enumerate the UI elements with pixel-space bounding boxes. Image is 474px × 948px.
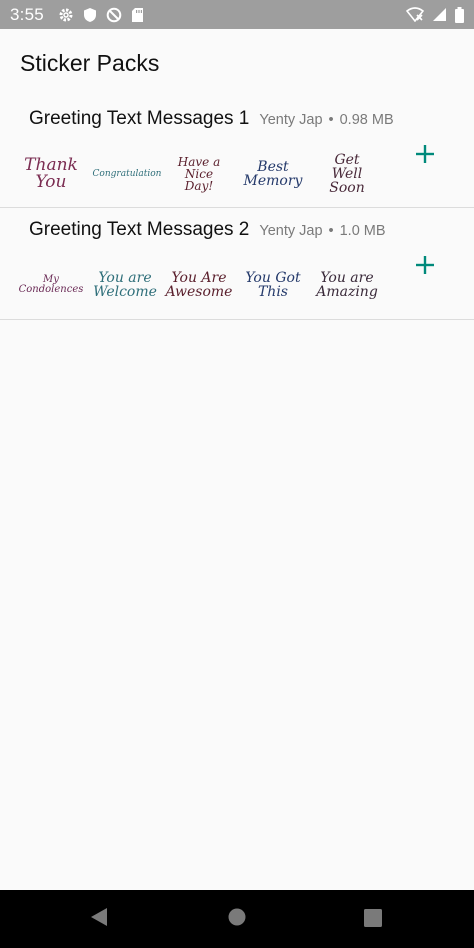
home-icon[interactable]: [227, 907, 247, 932]
sticker-preview: You are Amazing: [316, 270, 378, 300]
pack-meta: Yenty Jap • 1.0 MB: [259, 223, 385, 239]
recents-icon[interactable]: [364, 909, 382, 932]
sticker-preview: You Are Awesome: [165, 270, 233, 300]
sticker-preview: Get Well Soon: [329, 152, 365, 196]
sticker-preview: Best Memory: [243, 159, 303, 189]
pack-separator: •: [328, 112, 334, 128]
sticker-preview: Have a Nice Day!: [177, 155, 221, 193]
sd-card-icon: [131, 7, 144, 23]
add-pack-button[interactable]: [410, 250, 440, 280]
pack-header: Greeting Text Messages 2 Yenty Jap • 1.0 M…: [29, 219, 386, 241]
plus-icon: [416, 256, 434, 274]
sticker-previews: My Condolences You are Welcome You Are A…: [18, 260, 402, 310]
sticker-preview: My Condolences: [18, 274, 84, 295]
gear-icon: [58, 7, 74, 23]
navigation-bar: [0, 890, 474, 948]
do-not-disturb-icon: [106, 7, 122, 23]
sticker-preview: You Got This: [245, 270, 301, 300]
status-bar: 3:55: [0, 0, 474, 29]
sticker-preview: Congratulation: [92, 168, 162, 179]
pack-separator: •: [328, 223, 334, 239]
pack-name: Greeting Text Messages 2: [29, 219, 250, 240]
sticker-pack-row[interactable]: Greeting Text Messages 2 Yenty Jap • 1.0 M…: [0, 208, 474, 320]
plus-icon: [416, 145, 434, 163]
sticker-previews: Thank You Congratulation Have a Nice Day…: [22, 149, 402, 199]
sticker-preview: Thank You: [24, 155, 78, 192]
pack-size: 1.0 MB: [339, 223, 386, 239]
page-title: Sticker Packs: [20, 50, 160, 76]
signal-icon: [432, 7, 447, 22]
status-icons-left: [58, 7, 144, 23]
pack-meta: Yenty Jap • 0.98 MB: [259, 112, 393, 128]
pack-size: 0.98 MB: [339, 112, 394, 128]
pack-name: Greeting Text Messages 1: [29, 108, 250, 129]
back-icon[interactable]: [90, 907, 108, 932]
add-pack-button[interactable]: [410, 139, 440, 169]
sticker-preview: You are Welcome: [93, 270, 157, 300]
pack-header: Greeting Text Messages 1 Yenty Jap • 0.98 …: [29, 108, 394, 130]
shield-icon: [83, 7, 97, 23]
battery-icon: [455, 6, 464, 23]
wifi-off-icon: [406, 7, 424, 22]
pack-publisher: Yenty Jap: [259, 112, 323, 128]
status-icons-right: [406, 6, 464, 23]
pack-publisher: Yenty Jap: [259, 223, 323, 239]
sticker-pack-row[interactable]: Greeting Text Messages 1 Yenty Jap • 0.98 …: [0, 97, 474, 208]
status-time: 3:55: [10, 4, 44, 24]
